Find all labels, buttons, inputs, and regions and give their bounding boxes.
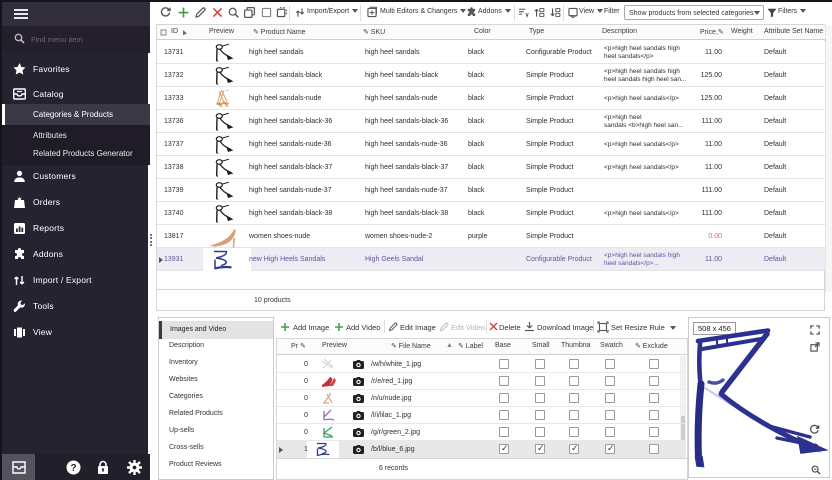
svg-text:?: ? — [70, 463, 76, 474]
